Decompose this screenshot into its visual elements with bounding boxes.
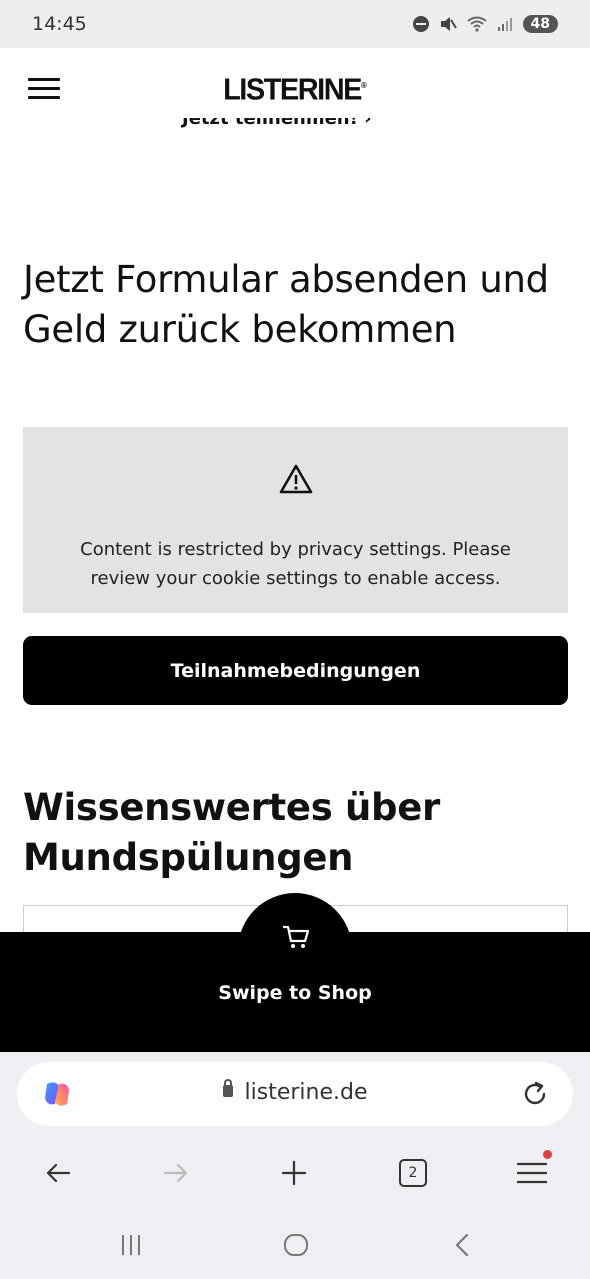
home-button[interactable]	[271, 1220, 321, 1270]
notification-dot	[543, 1150, 552, 1159]
reload-icon[interactable]	[521, 1080, 549, 1108]
home-icon	[284, 1234, 308, 1256]
clipped-link-container: Jetzt teilnehmen! ›	[0, 118, 590, 138]
privacy-notice-text: Content is restricted by privacy setting…	[80, 539, 511, 589]
browser-nav-row: 2	[0, 1150, 590, 1196]
hamburger-menu-icon	[517, 1162, 547, 1184]
chevron-left-icon	[455, 1233, 469, 1257]
forward-arrow-icon	[163, 1163, 188, 1183]
back-button[interactable]	[38, 1150, 78, 1196]
participate-link[interactable]: Jetzt teilnehmen! ›	[182, 118, 372, 129]
lock-icon	[222, 1079, 233, 1097]
tabs-button[interactable]: 2	[393, 1150, 433, 1196]
warning-icon	[279, 464, 312, 494]
address-bar[interactable]: listerine.de	[17, 1062, 573, 1126]
listerine-logo[interactable]: LISTERINE®	[223, 73, 367, 108]
swipe-to-shop-label: Swipe to Shop	[218, 982, 372, 1004]
section-heading: Wissenswertes über Mundspülungen	[23, 786, 440, 879]
url-text: listerine.de	[244, 1080, 368, 1105]
cart-icon	[283, 925, 310, 948]
recent-apps-icon	[122, 1235, 140, 1255]
back-arrow-icon	[46, 1163, 71, 1183]
do-not-disturb-icon	[412, 16, 429, 32]
menu-icon[interactable]	[28, 78, 60, 102]
wifi-icon	[466, 16, 487, 32]
browser-menu-button[interactable]	[512, 1150, 552, 1196]
privacy-notice-box: Content is restricted by privacy setting…	[23, 427, 568, 613]
battery-icon: 48	[522, 15, 558, 33]
url-display[interactable]: listerine.de	[17, 1079, 573, 1105]
logo-trademark: ®	[361, 80, 367, 90]
system-back-button[interactable]	[437, 1220, 487, 1270]
plus-icon	[281, 1160, 307, 1186]
mute-icon	[440, 17, 457, 31]
forward-button[interactable]	[156, 1150, 196, 1196]
system-nav-bar	[0, 1220, 590, 1270]
new-tab-button[interactable]	[274, 1150, 314, 1196]
recent-apps-button[interactable]	[106, 1220, 156, 1270]
terms-button[interactable]: Teilnahmebedingungen	[23, 636, 568, 705]
logo-text: LISTERINE	[223, 72, 362, 107]
signal-icon	[497, 18, 512, 31]
status-bar: 14:45 48	[0, 0, 590, 48]
status-time: 14:45	[32, 13, 87, 35]
tab-count-badge: 2	[399, 1159, 427, 1187]
page-heading: Jetzt Formular absenden und Geld zurück …	[23, 258, 549, 351]
status-icons: 48	[412, 15, 558, 33]
